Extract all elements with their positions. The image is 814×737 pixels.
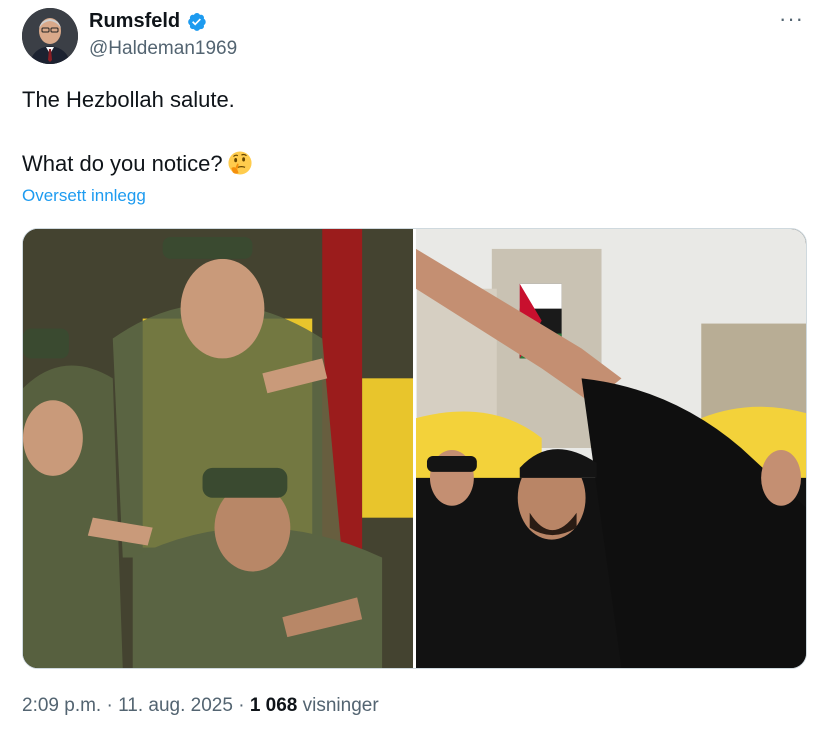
profile-photo-icon	[22, 8, 78, 64]
thinking-face-icon	[228, 151, 252, 175]
photo-left[interactable]	[23, 229, 414, 668]
views-count[interactable]: 1 068	[250, 695, 298, 716]
views-label: visninger	[297, 695, 379, 716]
more-options-icon[interactable]: ···	[779, 8, 804, 30]
photo-right[interactable]	[415, 229, 806, 668]
tweet-line-2: What do you notice?	[22, 150, 782, 178]
translate-post-link[interactable]: Oversett innlegg	[22, 186, 146, 206]
verified-badge-icon	[188, 13, 206, 31]
meta-separator: ·	[101, 695, 119, 716]
tweet-text: The Hezbollah salute. What do you notice…	[22, 86, 782, 178]
meta-separator: ·	[232, 695, 250, 716]
tweet-time[interactable]: 2:09 p.m.	[22, 695, 101, 716]
tweet-line-1: The Hezbollah salute.	[22, 87, 235, 112]
tweet-date[interactable]: 11. aug. 2025	[118, 695, 233, 716]
tweet-media[interactable]	[22, 228, 807, 669]
avatar[interactable]	[22, 8, 78, 64]
user-handle[interactable]: @Haldeman1969	[89, 38, 237, 60]
tweet-line-2-text: What do you notice?	[22, 151, 223, 176]
display-name[interactable]: Rumsfeld	[89, 10, 180, 33]
tweet-meta: 2:09 p.m. · 11. aug. 2025 · 1 068 visnin…	[22, 695, 379, 717]
